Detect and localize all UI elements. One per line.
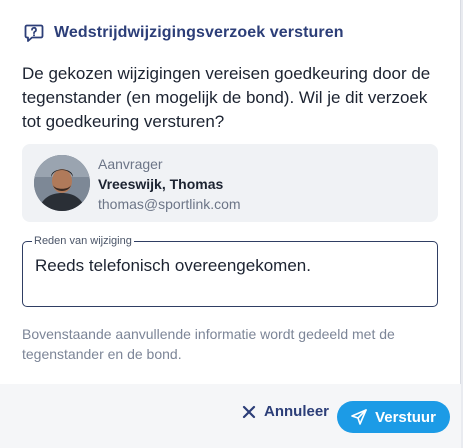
close-icon <box>242 405 256 419</box>
dialog-title: Wedstrijdwijzigingsverzoek versturen <box>54 24 344 41</box>
requester-role-label: Aanvrager <box>98 156 163 172</box>
cancel-button[interactable]: Annuleer <box>242 403 329 420</box>
dialog-header: Wedstrijdwijzigingsverzoek versturen <box>24 23 344 43</box>
change-request-dialog: Wedstrijdwijzigingsverzoek versturen De … <box>0 0 461 448</box>
dialog-message: De gekozen wijzigingen vereisen goedkeur… <box>22 64 431 131</box>
question-bubble-icon <box>24 23 44 43</box>
submit-button-label: Verstuur <box>375 408 436 426</box>
requester-name: Vreeswijk, Thomas <box>98 176 224 192</box>
dialog-footer: Annuleer Verstuur <box>0 384 461 448</box>
paper-plane-icon <box>351 409 367 425</box>
requester-card: Aanvrager Vreeswijk, Thomas thomas@sport… <box>22 144 438 222</box>
reason-field[interactable]: Reden van wijziging Reeds telefonisch ov… <box>22 234 438 307</box>
reason-field-label: Reden van wijziging <box>32 234 134 248</box>
submit-button[interactable]: Verstuur <box>337 401 450 433</box>
avatar <box>34 155 90 211</box>
requester-email: thomas@sportlink.com <box>98 196 241 212</box>
cancel-button-label: Annuleer <box>264 403 330 420</box>
info-text: Bovenstaande aanvullende informatie word… <box>22 326 395 362</box>
reason-field-value[interactable]: Reeds telefonisch overeengekomen. <box>35 256 311 276</box>
